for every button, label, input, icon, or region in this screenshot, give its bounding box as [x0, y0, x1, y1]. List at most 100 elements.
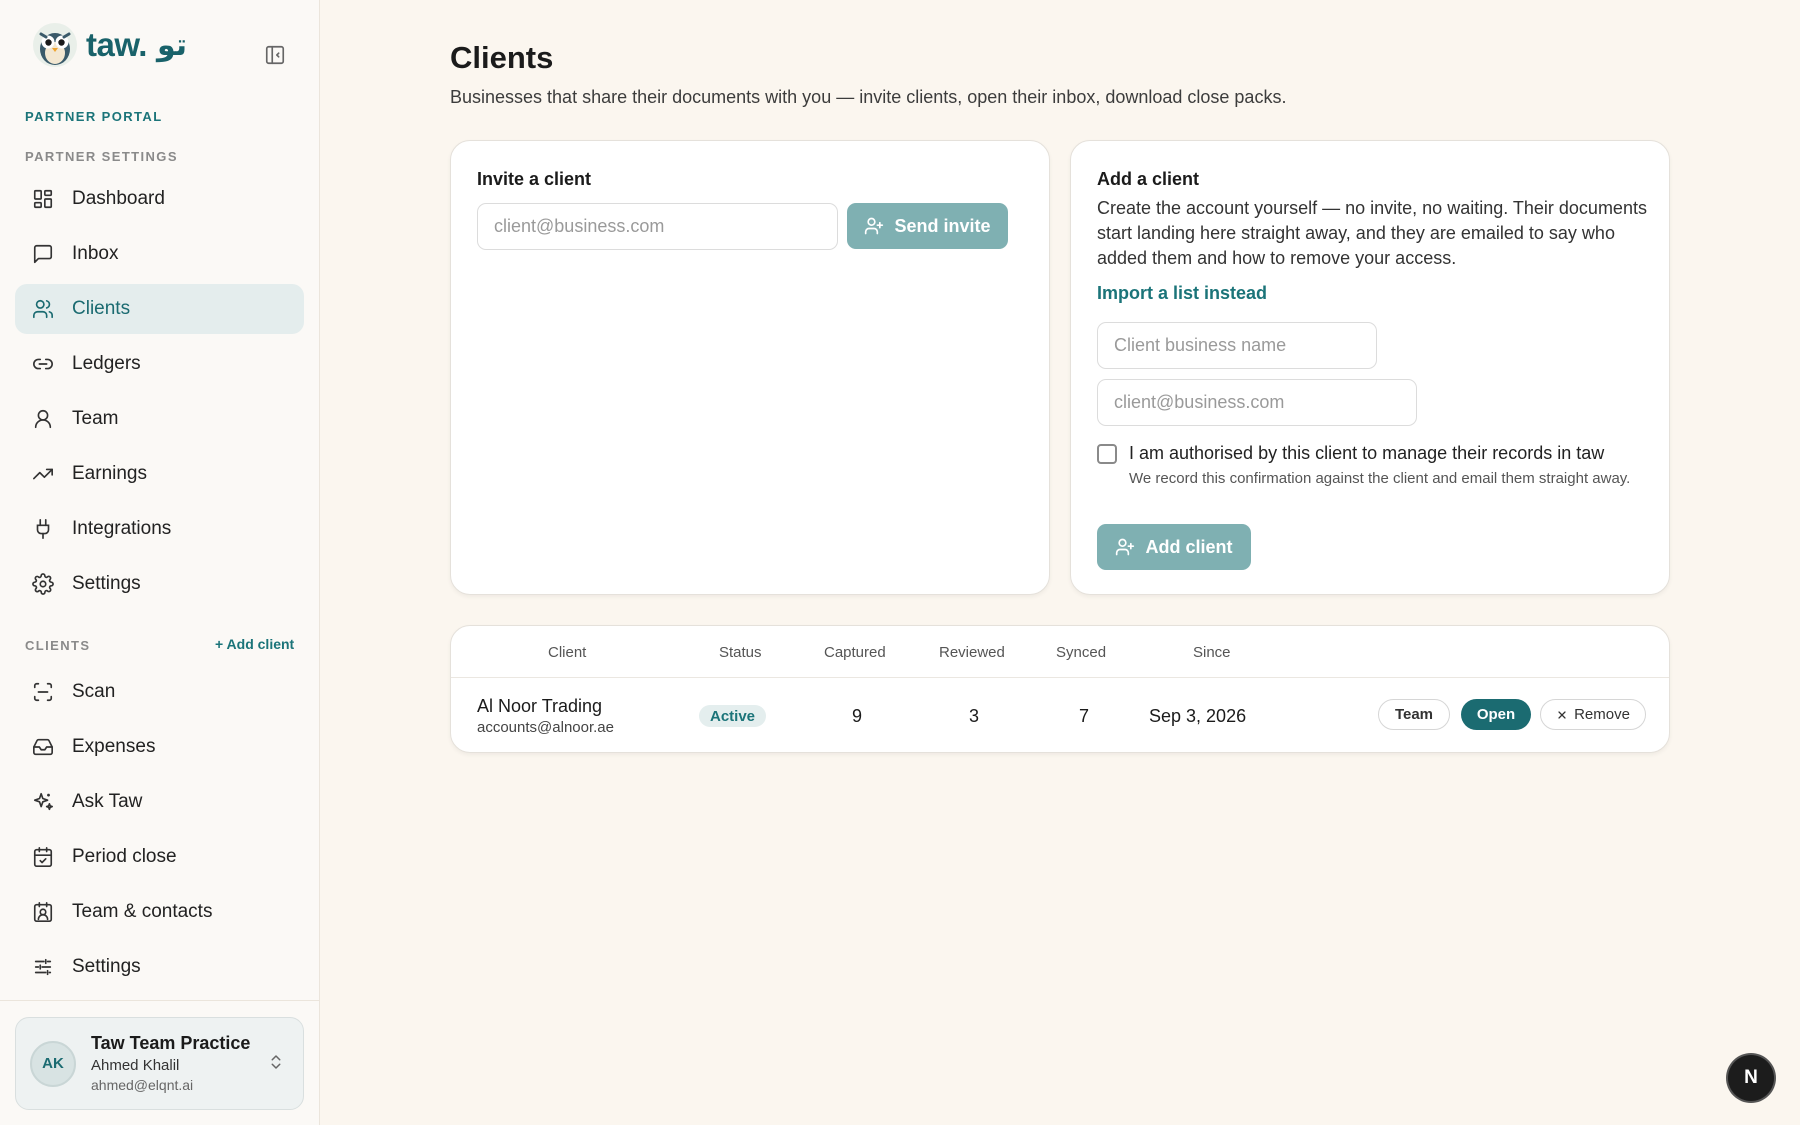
gear-icon: [32, 573, 54, 595]
add-card-title: Add a client: [1097, 169, 1200, 189]
page-title: Clients: [450, 40, 554, 75]
sidebar-item-label: Team: [72, 408, 119, 429]
column-since: Since: [1193, 644, 1231, 661]
column-synced: Synced: [1056, 644, 1107, 661]
invite-client-card: Invite a client client@business.com Send…: [450, 140, 1050, 595]
sidebar-item-clients[interactable]: Clients: [15, 284, 304, 334]
next-dev-indicator-button[interactable]: N: [1728, 1055, 1774, 1101]
send-invite-button[interactable]: Send invite: [847, 203, 1008, 249]
logo-text: taw.: [86, 26, 147, 63]
sidebar-item-inbox[interactable]: Inbox: [15, 229, 304, 279]
sidebar-item-team[interactable]: Team: [15, 394, 304, 444]
synced-count: 7: [1078, 706, 1089, 726]
clients-section-label: CLIENTS: [25, 638, 91, 653]
column-reviewed: Reviewed: [939, 644, 1005, 661]
avatar: AK: [30, 1040, 76, 1087]
plug-icon: [36, 519, 50, 539]
sparkles-icon: [33, 792, 53, 811]
sidebar-item-label: Inbox: [72, 243, 119, 264]
import-list-link[interactable]: Import a list instead: [1097, 283, 1267, 304]
column-captured: Captured: [824, 644, 886, 661]
message-icon: [33, 244, 53, 264]
clients-table: Client Status Captured Reviewed Synced S…: [450, 625, 1670, 753]
user-email: ahmed@elqnt.ai: [91, 1077, 194, 1094]
logo[interactable]: taw. تو: [32, 22, 187, 68]
users-icon: [33, 299, 53, 319]
client-email-placeholder: client@business.com: [1114, 392, 1285, 412]
panel-left-icon: [265, 45, 285, 65]
user-icon: [34, 409, 52, 429]
scan-icon: [33, 682, 53, 702]
team-button[interactable]: Team: [1378, 699, 1450, 730]
sidebar-item-label: Ledgers: [72, 353, 141, 374]
sidebar-item-ledgers[interactable]: Ledgers: [15, 339, 304, 389]
sidebar-item-integrations[interactable]: Integrations: [15, 504, 304, 554]
sidebar-add-client-link[interactable]: + Add client: [215, 636, 294, 652]
client-business-name-input[interactable]: Client business name: [1097, 322, 1377, 369]
trending-up-icon: [33, 468, 53, 480]
partner-settings-label: PARTNER SETTINGS: [25, 149, 178, 164]
user-name: Ahmed Khalil: [91, 1057, 180, 1075]
sliders-icon: [34, 958, 52, 976]
captured-count: 9: [851, 706, 862, 726]
authorisation-hint: We record this confirmation against the …: [1129, 470, 1631, 487]
sidebar-item-period-close[interactable]: Period close: [15, 832, 304, 882]
sidebar-item-label: Ask Taw: [72, 791, 143, 812]
sidebar-item-dashboard[interactable]: Dashboard: [15, 174, 304, 224]
add-client-button[interactable]: Add client: [1097, 524, 1251, 570]
authorisation-checkbox[interactable]: [1097, 444, 1117, 464]
sidebar-item-label: Scan: [72, 681, 116, 702]
add-client-label: Add client: [1145, 536, 1233, 557]
client-name[interactable]: Al Noor Trading: [477, 696, 602, 717]
user-plus-icon: [1116, 538, 1135, 556]
sidebar-item-settings[interactable]: Settings: [15, 559, 304, 609]
sidebar-item-client-settings[interactable]: Settings: [15, 942, 304, 992]
dashboard-icon: [33, 189, 53, 209]
sidebar-item-label: Clients: [72, 298, 131, 319]
open-button[interactable]: Open: [1461, 699, 1531, 730]
sidebar: taw. تو PARTNER PORTAL PARTNER SETTINGS …: [0, 0, 320, 1125]
inbox-tray-icon: [33, 738, 53, 756]
sidebar-item-team-contacts[interactable]: Team & contacts: [15, 887, 304, 937]
sidebar-item-label: Dashboard: [72, 188, 165, 209]
column-status: Status: [719, 644, 762, 661]
account-switcher[interactable]: AK Taw Team Practice Ahmed Khalil ahmed@…: [15, 1017, 304, 1110]
user-practice-name: Taw Team Practice: [91, 1032, 251, 1053]
sidebar-item-expenses[interactable]: Expenses: [15, 722, 304, 772]
authorisation-label[interactable]: I am authorised by this client to manage…: [1129, 443, 1604, 464]
business-name-placeholder: Client business name: [1114, 335, 1287, 355]
sidebar-item-label: Integrations: [72, 518, 172, 539]
sidebar-item-earnings[interactable]: Earnings: [15, 449, 304, 499]
owl-mascot-icon: [33, 23, 77, 67]
sidebar-item-label: Team & contacts: [72, 901, 213, 922]
sidebar-item-label: Settings: [72, 956, 141, 977]
sidebar-item-label: Earnings: [72, 463, 147, 484]
since-date: Sep 3, 2026: [1149, 706, 1247, 726]
page-subtitle: Businesses that share their documents wi…: [450, 87, 1287, 107]
remove-button[interactable]: Remove: [1540, 699, 1646, 730]
chevrons-up-down-icon: [271, 1055, 281, 1069]
collapse-sidebar-button[interactable]: [262, 42, 288, 68]
sidebar-item-scan[interactable]: Scan: [15, 667, 304, 717]
table-header: Client Status Captured Reviewed Synced S…: [451, 626, 1669, 678]
client-email: accounts@alnoor.ae: [477, 719, 614, 736]
invite-email-input[interactable]: client@business.com: [477, 203, 838, 250]
sidebar-divider: [0, 1000, 320, 1001]
add-card-description: Create the account yourself — no invite,…: [1097, 198, 1647, 268]
status-badge: Active: [699, 705, 767, 727]
sidebar-item-label: Settings: [72, 573, 141, 594]
close-icon: [1558, 710, 1566, 719]
reviewed-count: 3: [968, 706, 979, 726]
sidebar-item-label: Period close: [72, 846, 177, 867]
sidebar-item-label: Expenses: [72, 736, 156, 757]
partner-portal-label: PARTNER PORTAL: [25, 109, 163, 124]
client-email-input[interactable]: client@business.com: [1097, 379, 1417, 426]
sidebar-item-ask-taw[interactable]: Ask Taw: [15, 777, 304, 827]
link-icon: [33, 358, 53, 370]
user-plus-icon: [865, 217, 884, 235]
invite-email-placeholder: client@business.com: [494, 216, 665, 236]
add-client-card: Add a client Create the account yourself…: [1070, 140, 1670, 595]
invite-card-title: Invite a client: [477, 169, 592, 189]
send-invite-label: Send invite: [894, 215, 991, 236]
column-client: Client: [548, 644, 587, 661]
